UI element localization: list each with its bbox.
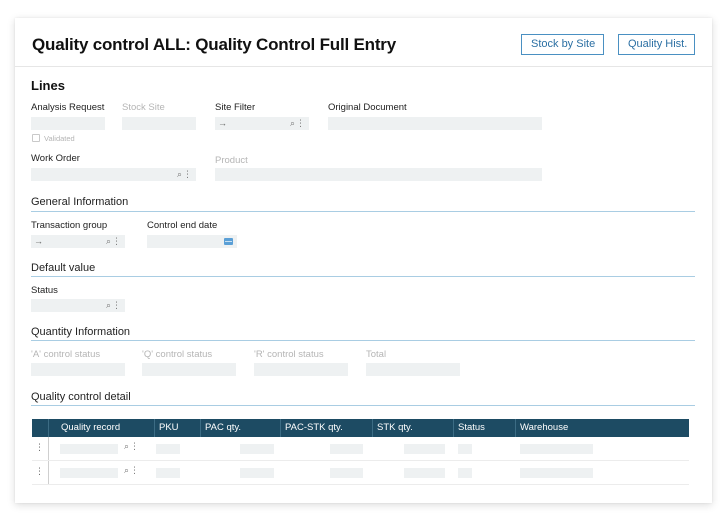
table-row: ⋮ ⌕⋮ bbox=[32, 461, 689, 485]
transaction-group-label: Transaction group bbox=[31, 220, 108, 231]
row-menu-icon[interactable]: ⋮ bbox=[35, 442, 44, 453]
arrow-icon: → bbox=[34, 236, 43, 246]
status-cell[interactable] bbox=[458, 444, 472, 454]
pac-stk-qty-cell[interactable] bbox=[330, 444, 363, 454]
section-divider bbox=[31, 276, 695, 277]
total-label: Total bbox=[366, 349, 387, 360]
quality-record-cell[interactable] bbox=[60, 468, 118, 478]
pku-cell[interactable] bbox=[156, 468, 180, 478]
site-filter-field[interactable]: → ⌕⋮ bbox=[215, 117, 309, 130]
validated-checkbox[interactable] bbox=[32, 134, 40, 142]
more-icon[interactable]: ⋮ bbox=[112, 300, 122, 310]
column-header-pac-stk-qty[interactable]: PAC-STK qty. bbox=[280, 419, 372, 437]
status-field[interactable]: ⌕⋮ bbox=[31, 299, 125, 312]
control-end-date-label: Control end date bbox=[147, 220, 218, 231]
column-header-warehouse[interactable]: Warehouse bbox=[515, 419, 689, 437]
r-control-status-label: 'R' control status bbox=[254, 349, 324, 360]
stock-by-site-button[interactable]: Stock by Site bbox=[521, 34, 604, 55]
column-header-quality-record[interactable]: Quality record bbox=[48, 419, 154, 437]
section-divider bbox=[31, 405, 695, 406]
quantity-information-title: Quantity Information bbox=[31, 326, 131, 338]
default-value-title: Default value bbox=[31, 262, 96, 274]
analysis-request-label: Analysis Request bbox=[31, 102, 105, 113]
grid-header: Quality record PKU PAC qty. PAC-STK qty.… bbox=[32, 419, 689, 437]
r-control-status-field bbox=[254, 363, 348, 376]
section-divider bbox=[31, 340, 695, 341]
product-field bbox=[215, 168, 542, 181]
quality-control-page: Quality control ALL: Quality Control Ful… bbox=[15, 18, 712, 503]
q-control-status-field bbox=[142, 363, 236, 376]
more-icon[interactable]: ⋮ bbox=[296, 118, 306, 128]
site-filter-label: Site Filter bbox=[215, 102, 256, 113]
total-field bbox=[366, 363, 460, 376]
more-icon[interactable]: ⋮ bbox=[130, 465, 140, 475]
product-label: Product bbox=[215, 155, 248, 166]
q-control-status-label: 'Q' control status bbox=[142, 349, 213, 360]
analysis-request-field[interactable] bbox=[31, 117, 105, 130]
calendar-icon[interactable] bbox=[224, 238, 233, 245]
column-header-stk-qty[interactable]: STK qty. bbox=[372, 419, 453, 437]
general-information-title: General Information bbox=[31, 196, 129, 208]
column-header-pku[interactable]: PKU bbox=[154, 419, 200, 437]
more-icon[interactable]: ⋮ bbox=[130, 441, 140, 451]
status-label: Status bbox=[31, 285, 58, 296]
section-divider bbox=[31, 211, 695, 212]
pac-qty-cell[interactable] bbox=[240, 468, 274, 478]
page-header: Quality control ALL: Quality Control Ful… bbox=[15, 18, 712, 67]
column-header-pac-qty[interactable]: PAC qty. bbox=[200, 419, 280, 437]
original-document-field[interactable] bbox=[328, 117, 542, 130]
stk-qty-cell[interactable] bbox=[404, 468, 445, 478]
warehouse-cell[interactable] bbox=[520, 468, 593, 478]
pac-qty-cell[interactable] bbox=[240, 444, 274, 454]
pac-stk-qty-cell[interactable] bbox=[330, 468, 363, 478]
transaction-group-field[interactable]: → ⌕⋮ bbox=[31, 235, 125, 248]
stk-qty-cell[interactable] bbox=[404, 444, 445, 454]
more-icon[interactable]: ⋮ bbox=[112, 236, 122, 246]
column-header-status[interactable]: Status bbox=[453, 419, 515, 437]
more-icon[interactable]: ⋮ bbox=[183, 169, 193, 179]
validated-label: Validated bbox=[44, 134, 75, 143]
warehouse-cell[interactable] bbox=[520, 444, 593, 454]
stock-site-field bbox=[122, 117, 196, 130]
arrow-icon: → bbox=[218, 118, 227, 128]
pku-cell[interactable] bbox=[156, 444, 180, 454]
lines-section-title: Lines bbox=[31, 78, 65, 93]
work-order-label: Work Order bbox=[31, 153, 80, 164]
a-control-status-field bbox=[31, 363, 125, 376]
original-document-label: Original Document bbox=[328, 102, 407, 113]
stock-site-label: Stock Site bbox=[122, 102, 165, 113]
table-row: ⋮ ⌕⋮ bbox=[32, 437, 689, 461]
status-cell[interactable] bbox=[458, 468, 472, 478]
row-menu-icon[interactable]: ⋮ bbox=[35, 466, 44, 477]
control-end-date-field[interactable] bbox=[147, 235, 237, 248]
quality-control-detail-title: Quality control detail bbox=[31, 391, 131, 403]
work-order-field[interactable]: ⌕⋮ bbox=[31, 168, 196, 181]
page-title: Quality control ALL: Quality Control Ful… bbox=[32, 35, 396, 54]
a-control-status-label: 'A' control status bbox=[31, 349, 101, 360]
quality-record-cell[interactable] bbox=[60, 444, 118, 454]
quality-hist-button[interactable]: Quality Hist. bbox=[618, 34, 695, 55]
